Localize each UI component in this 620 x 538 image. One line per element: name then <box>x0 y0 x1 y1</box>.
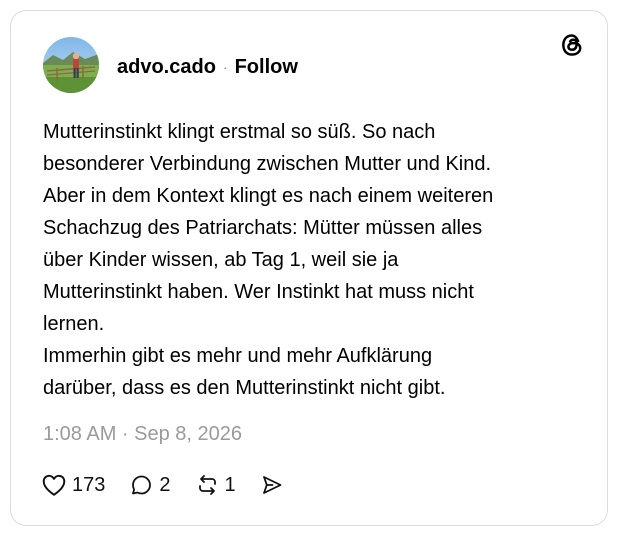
post-timestamp[interactable]: 1:08 AM · Sep 8, 2026 <box>43 421 242 447</box>
send-icon <box>262 476 282 494</box>
reply-count: 2 <box>159 473 171 496</box>
action-bar: 173 2 1 <box>41 471 308 499</box>
repost-arrows-icon <box>198 475 216 495</box>
repost-button[interactable]: 1 <box>195 473 236 497</box>
avatar-image <box>43 37 99 93</box>
post-card: advo.cado · Follow Mutterinstinkt klingt… <box>10 10 608 526</box>
comment-bubble-icon <box>132 475 152 495</box>
post-header: advo.cado · Follow <box>117 55 298 79</box>
header-separator: · <box>222 59 228 75</box>
heart-icon <box>42 474 66 496</box>
follow-button[interactable]: Follow <box>235 56 298 79</box>
avatar[interactable] <box>43 37 99 93</box>
reply-button[interactable]: 2 <box>129 473 171 497</box>
username[interactable]: advo.cado <box>117 56 216 79</box>
like-count: 173 <box>72 473 106 496</box>
repost-count: 1 <box>224 473 236 496</box>
like-button[interactable]: 173 <box>41 473 105 497</box>
post-text: Mutterinstinkt klingt erstmal so süß. So… <box>43 121 494 399</box>
threads-logo-icon[interactable] <box>559 32 585 58</box>
share-button[interactable] <box>260 473 284 497</box>
